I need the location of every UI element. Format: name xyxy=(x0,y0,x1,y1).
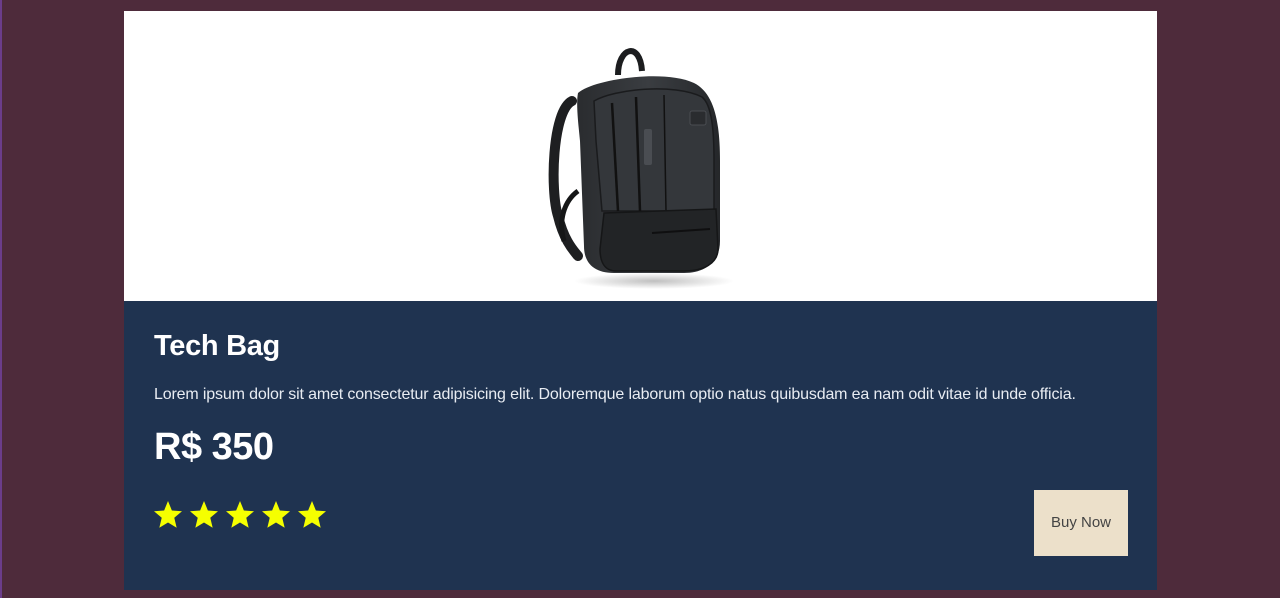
star-icon xyxy=(226,501,254,528)
rating-stars xyxy=(152,499,328,531)
star-icon xyxy=(190,501,218,528)
backpack-image xyxy=(548,48,734,289)
star-icon xyxy=(154,501,182,528)
product-description: Lorem ipsum dolor sit amet consectetur a… xyxy=(154,386,1076,403)
buy-now-button[interactable]: Buy Now xyxy=(1034,490,1128,556)
product-title: Tech Bag xyxy=(154,330,280,362)
product-price: R$ 350 xyxy=(154,426,274,468)
page-edge xyxy=(0,0,2,598)
star-icon xyxy=(262,501,290,528)
star-icon xyxy=(298,501,326,528)
product-card: Tech Bag Lorem ipsum dolor sit amet cons… xyxy=(124,11,1157,590)
product-image-panel xyxy=(124,11,1157,301)
